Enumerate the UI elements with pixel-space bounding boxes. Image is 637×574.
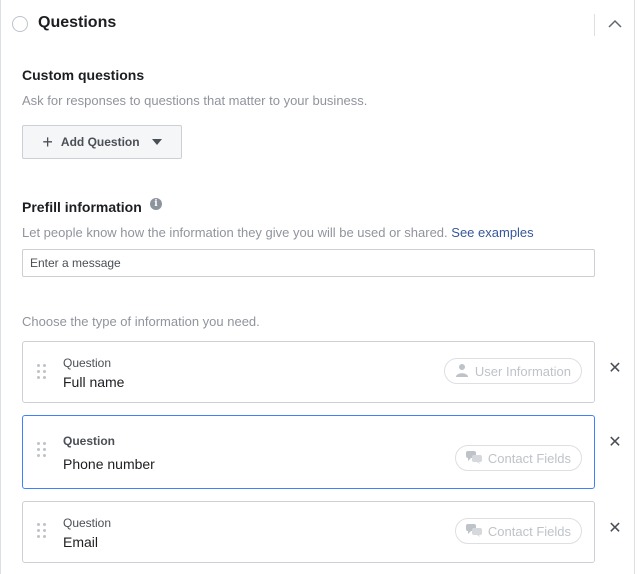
question-card-phone-number[interactable]: Question Phone number Contact Fields bbox=[22, 415, 595, 489]
question-label: Question bbox=[63, 356, 112, 370]
dropdown-caret-icon bbox=[151, 139, 162, 145]
question-value: Full name bbox=[63, 374, 125, 390]
question-value: Phone number bbox=[63, 456, 155, 472]
section-title: Questions bbox=[38, 14, 117, 31]
plus-icon: + bbox=[42, 132, 53, 152]
category-label: Contact Fields bbox=[487, 523, 571, 539]
question-label: Question bbox=[63, 516, 112, 530]
chat-bubbles-icon bbox=[465, 523, 482, 540]
chat-bubbles-icon bbox=[465, 450, 482, 467]
add-question-button[interactable]: + Add Question bbox=[22, 125, 182, 159]
prefill-heading: Prefill information bbox=[22, 199, 142, 215]
category-badge: Contact Fields bbox=[454, 445, 582, 471]
info-type-prompt: Choose the type of information you need. bbox=[22, 314, 260, 329]
remove-email-close-icon[interactable]: ✕ bbox=[606, 520, 624, 538]
question-value: Email bbox=[63, 534, 99, 550]
drag-handle-icon[interactable] bbox=[37, 442, 47, 458]
header-divider bbox=[594, 14, 595, 36]
drag-handle-icon[interactable] bbox=[37, 523, 47, 539]
drag-handle-icon[interactable] bbox=[37, 364, 47, 380]
category-badge: Contact Fields bbox=[454, 518, 582, 544]
remove-full-name-close-icon[interactable]: ✕ bbox=[606, 360, 624, 378]
category-label: User Information bbox=[474, 363, 571, 379]
message-input[interactable] bbox=[22, 249, 595, 277]
question-card-full-name[interactable]: Question Full name User Information bbox=[22, 341, 595, 403]
custom-questions-description: Ask for responses to questions that matt… bbox=[22, 93, 368, 108]
prefill-description-line: Let people know how the information they… bbox=[22, 225, 534, 240]
question-card-email[interactable]: Question Email Contact Fields bbox=[22, 501, 595, 563]
user-icon bbox=[455, 363, 469, 380]
see-examples-link[interactable]: See examples bbox=[451, 225, 533, 240]
section-radio[interactable] bbox=[12, 16, 28, 32]
collapse-chevron-up-icon[interactable] bbox=[604, 14, 626, 34]
category-label: Contact Fields bbox=[487, 450, 571, 466]
remove-phone-number-close-icon[interactable]: ✕ bbox=[606, 434, 624, 452]
info-icon[interactable]: i bbox=[150, 198, 162, 210]
add-question-label: Add Question bbox=[60, 135, 140, 149]
category-badge: User Information bbox=[443, 358, 582, 384]
custom-questions-heading: Custom questions bbox=[22, 67, 145, 83]
prefill-description: Let people know how the information they… bbox=[22, 225, 448, 240]
question-label: Question bbox=[63, 434, 116, 448]
